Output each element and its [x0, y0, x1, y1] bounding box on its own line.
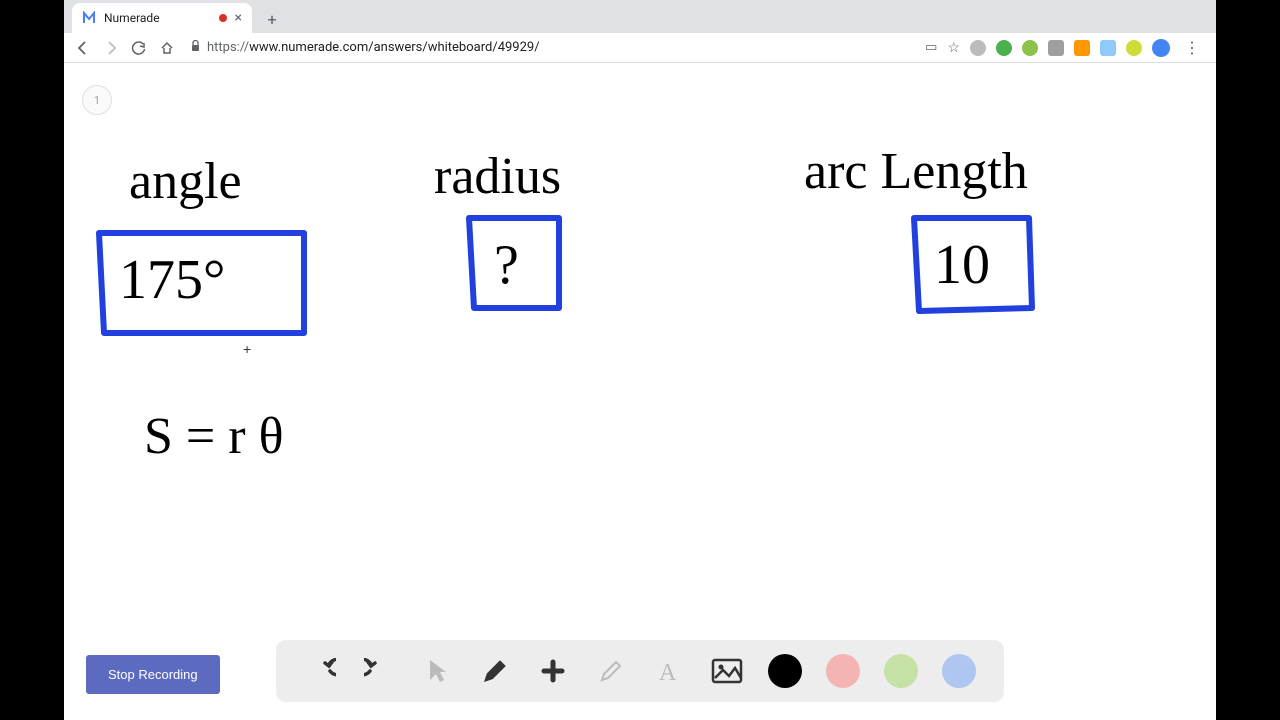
redo-button[interactable] [362, 654, 396, 688]
handwriting-angle-label: angle [129, 153, 242, 210]
profile-avatar[interactable] [1152, 39, 1170, 57]
svg-text:A: A [659, 660, 677, 684]
ext-icon-1[interactable] [970, 40, 986, 56]
tool-tray: A [276, 640, 1004, 702]
handwriting-radius-value: ? [494, 234, 519, 296]
browser-window: Numerade × + https://www.numerade.com/an… [64, 0, 1216, 720]
extension-icons: ▭ ☆ ⋮ [925, 38, 1208, 57]
reload-button[interactable] [128, 37, 150, 59]
forward-button[interactable] [100, 37, 122, 59]
handwriting-formula: S = r θ [144, 408, 283, 465]
back-button[interactable] [72, 37, 94, 59]
home-button[interactable] [156, 37, 178, 59]
cursor-crosshair-icon: + [243, 341, 251, 357]
tab-title: Numerade [104, 11, 211, 25]
page-content: 1 angle radius arc Length 175° ? 10 S = … [64, 63, 1216, 720]
cast-icon[interactable]: ▭ [925, 40, 937, 55]
ext-icon-5[interactable] [1074, 40, 1090, 56]
add-tool[interactable] [536, 654, 570, 688]
menu-button[interactable]: ⋮ [1180, 38, 1204, 57]
lock-icon [190, 40, 201, 55]
numerade-favicon [82, 11, 96, 25]
text-tool[interactable]: A [652, 654, 686, 688]
handwriting-radius-label: radius [434, 148, 561, 205]
handwriting-arc-label: arc Length [804, 143, 1028, 200]
recording-indicator-icon [219, 14, 227, 22]
undo-button[interactable] [304, 654, 338, 688]
browser-toolbar: https://www.numerade.com/answers/whitebo… [64, 33, 1216, 63]
color-red[interactable] [826, 654, 860, 688]
eraser-tool[interactable] [594, 654, 628, 688]
url-text: https://www.numerade.com/answers/whitebo… [207, 40, 913, 55]
tab-bar: Numerade × + [64, 0, 1216, 33]
pencil-tool[interactable] [478, 654, 512, 688]
handwriting-arc-value: 10 [934, 234, 990, 296]
handwriting-angle-value: 175° [119, 249, 225, 311]
select-tool[interactable] [420, 654, 454, 688]
address-bar[interactable]: https://www.numerade.com/answers/whitebo… [184, 36, 919, 60]
ext-icon-6[interactable] [1100, 40, 1116, 56]
stop-recording-button[interactable]: Stop Recording [86, 655, 220, 694]
color-green[interactable] [884, 654, 918, 688]
tab-numerade[interactable]: Numerade × [72, 3, 252, 33]
ext-icon-4[interactable] [1048, 40, 1064, 56]
tab-close-button[interactable]: × [235, 10, 242, 26]
whiteboard-canvas[interactable]: angle radius arc Length 175° ? 10 S = r … [64, 63, 1216, 663]
ext-icon-3[interactable] [1022, 40, 1038, 56]
star-icon[interactable]: ☆ [947, 40, 960, 56]
ext-icon-2[interactable] [996, 40, 1012, 56]
image-tool[interactable] [710, 654, 744, 688]
new-tab-button[interactable]: + [258, 5, 286, 33]
color-black[interactable] [768, 654, 802, 688]
color-blue[interactable] [942, 654, 976, 688]
ext-icon-7[interactable] [1126, 40, 1142, 56]
